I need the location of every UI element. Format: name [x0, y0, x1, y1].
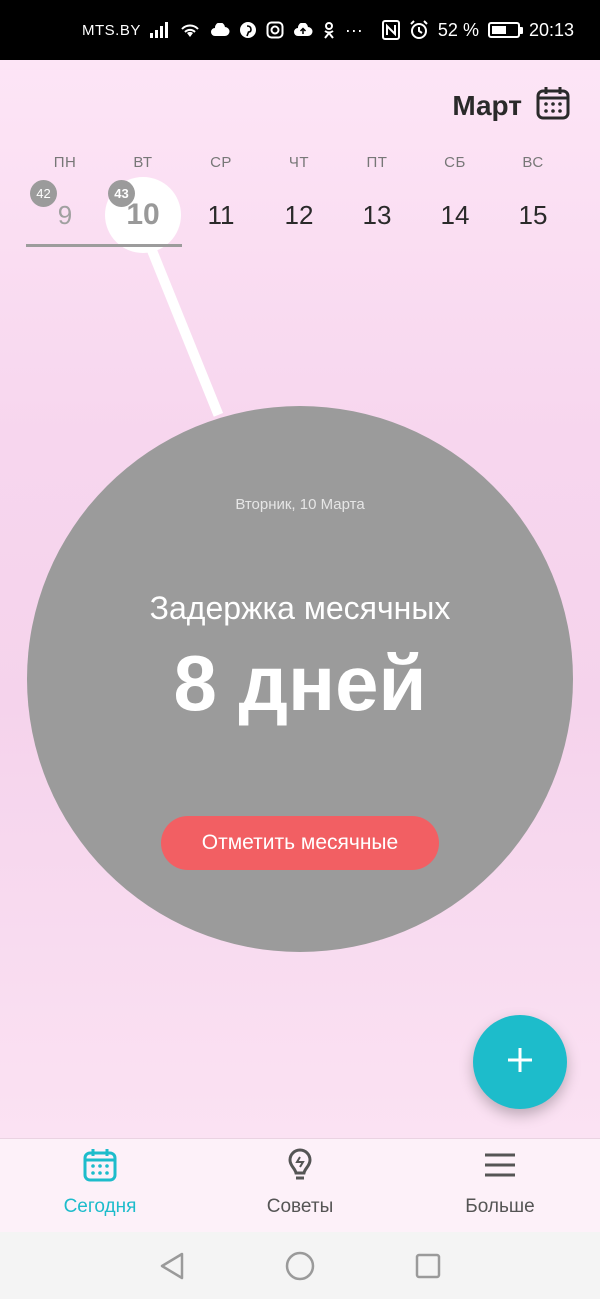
date-number: 12: [284, 199, 314, 230]
instagram-icon: [266, 21, 284, 39]
add-button[interactable]: [473, 1015, 567, 1109]
weekday-thu: ЧТ: [288, 154, 310, 171]
battery-percent: 52 %: [437, 19, 479, 40]
wifi-icon: [179, 22, 201, 38]
calendar-icon[interactable]: [536, 86, 570, 125]
back-button[interactable]: [150, 1244, 194, 1288]
selected-date-label: Вторник, 10 Марта: [235, 496, 365, 513]
status-value: 8 дней: [173, 639, 427, 727]
plus-icon: [505, 1045, 535, 1080]
date-number: 14: [440, 199, 470, 230]
cycle-status-circle: Вторник, 10 Марта Задержка месячных 8 дн…: [27, 406, 573, 952]
date-cell-12[interactable]: 12: [260, 180, 338, 250]
date-cell-9[interactable]: 42 9: [26, 180, 104, 250]
date-cell-13[interactable]: 13: [338, 180, 416, 250]
carrier-label: MTS.BY: [82, 21, 141, 39]
lightbulb-icon: [282, 1147, 318, 1188]
weekday-sat: СБ: [444, 154, 466, 171]
date-number: 15: [518, 199, 548, 230]
month-title: Март: [452, 89, 522, 121]
home-circle-icon: [285, 1251, 315, 1280]
date-number: 11: [207, 199, 235, 230]
nav-tips-label: Советы: [266, 1196, 334, 1217]
recents-button[interactable]: [406, 1244, 450, 1288]
more-notifications-icon: ···: [344, 19, 363, 40]
month-header[interactable]: Март: [452, 86, 570, 125]
status-bar: MTS.BY ··· 52 % 20:13: [0, 0, 600, 60]
clock: 20:13: [528, 19, 574, 40]
alarm-icon: [409, 20, 429, 40]
date-number: 9: [57, 199, 73, 230]
date-cell-11[interactable]: 11: [182, 180, 260, 250]
date-cell-15[interactable]: 15: [494, 180, 572, 250]
week-day-labels: ПН ВТ СР ЧТ ПТ СБ ВС: [26, 154, 572, 171]
mark-period-button[interactable]: Отметить месячные: [161, 816, 439, 870]
status-label: Задержка месячных: [149, 590, 451, 626]
date-number: 13: [362, 199, 392, 230]
menu-icon: [482, 1147, 518, 1188]
week-dates: 42 9 43 10 11 12 13 14 15: [26, 177, 572, 253]
cycle-day-badge: 43: [108, 180, 135, 207]
back-triangle-icon: [160, 1252, 184, 1279]
weekday-fri: ПТ: [366, 154, 388, 171]
nav-more[interactable]: Больше: [400, 1139, 600, 1233]
pinterest-icon: [239, 21, 257, 39]
battery-icon: [487, 22, 523, 38]
nfc-icon: [381, 20, 400, 40]
weekday-tue: ВТ: [133, 154, 153, 171]
signal-icon: [149, 22, 170, 38]
date-cell-14[interactable]: 14: [416, 180, 494, 250]
home-button[interactable]: [278, 1244, 322, 1288]
status-right: 52 % 20:13: [381, 19, 574, 41]
calendar-icon: [82, 1147, 118, 1188]
system-navigation-bar: [0, 1232, 600, 1299]
status-left: MTS.BY ···: [82, 20, 363, 41]
weekday-sun: ВС: [522, 154, 544, 171]
nav-today[interactable]: Сегодня: [0, 1139, 200, 1233]
past-days-underline: [26, 244, 182, 247]
nav-more-label: Больше: [465, 1196, 535, 1217]
cycle-day-badge: 42: [30, 180, 57, 207]
weekday-wed: СР: [210, 154, 232, 171]
date-number: 10: [126, 198, 160, 231]
date-cell-10-today[interactable]: 43 10: [104, 177, 182, 253]
weekday-mon: ПН: [53, 154, 77, 171]
cloud-upload-icon: [293, 23, 313, 37]
odnoklassniki-icon: [322, 21, 336, 39]
bottom-navigation: Сегодня Советы Больше: [0, 1138, 600, 1232]
recents-square-icon: [415, 1253, 441, 1278]
nav-today-label: Сегодня: [63, 1196, 137, 1217]
cloud-icon: [210, 23, 230, 37]
app-screen: Март ПН ВТ СР ЧТ ПТ СБ ВС 42 9 43 10 11 …: [0, 60, 600, 1138]
today-pointer-line: [146, 246, 224, 417]
nav-tips[interactable]: Советы: [200, 1139, 400, 1233]
